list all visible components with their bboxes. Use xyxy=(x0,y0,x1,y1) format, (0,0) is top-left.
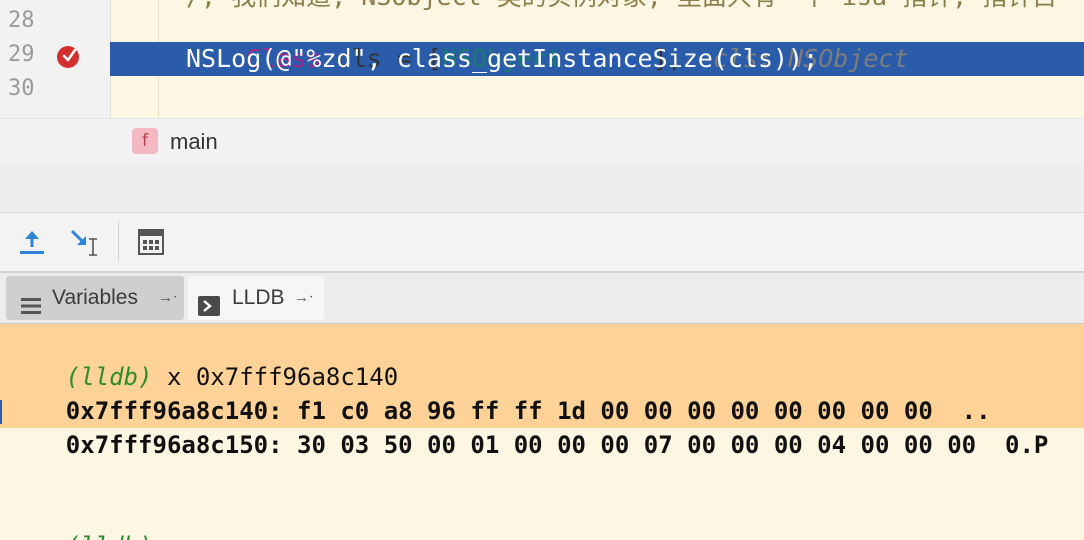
memory-ascii: 0.P xyxy=(976,431,1049,459)
memory-row: 0x7fff96a8c150: 30 03 50 00 01 00 00 00 … xyxy=(8,394,1049,459)
memory-row: 0x7fff96a8c140: f1 c0 a8 96 ff ff 1d 00 … xyxy=(8,360,991,425)
memory-bytes: 30 03 50 00 01 00 00 00 07 00 00 00 04 0… xyxy=(282,431,977,459)
function-icon: f xyxy=(132,128,158,154)
calculator-icon[interactable] xyxy=(132,223,170,261)
console-input-line[interactable]: (lldb) xyxy=(8,495,153,540)
breadcrumb: f main xyxy=(0,118,1084,164)
code-line-28: Class cls = [NSObject class]; cls: NSObj… xyxy=(246,44,909,73)
tab-label: Variables xyxy=(52,286,138,309)
console-command-line: (lldb) x 0x7fff96a8c140 xyxy=(8,326,398,391)
code-editor[interactable]: 28 29 30 /, 我们知道, NSObject 类的实例对象, 里面只有一… xyxy=(0,0,1084,118)
lldb-prompt: (lldb) xyxy=(66,532,153,540)
line-gutter[interactable]: 28 29 30 xyxy=(0,0,111,118)
pin-icon[interactable]: →ᐧ xyxy=(294,276,313,320)
debug-tabs: Variables →ᐧ LLDB →ᐧ xyxy=(0,273,1084,324)
tab-lldb[interactable]: LLDB →ᐧ xyxy=(188,276,324,320)
line-number-28: 28 xyxy=(8,8,35,33)
tab-variables[interactable]: Variables →ᐧ xyxy=(6,276,184,320)
lldb-console[interactable]: (lldb) x 0x7fff96a8c140 0x7fff96a8c140: … xyxy=(0,324,1084,540)
code-line-29: NSLog(@"%zd", class_getInstanceSize(cls)… xyxy=(186,44,819,73)
breakpoint-icon[interactable] xyxy=(57,46,79,68)
panel-separator xyxy=(0,162,1084,213)
step-into-icon[interactable] xyxy=(64,223,102,261)
line-number-30: 30 xyxy=(8,76,35,101)
line-number-29: 29 xyxy=(8,42,35,67)
pin-icon[interactable]: →ᐧ xyxy=(158,276,177,320)
breadcrumb-function[interactable]: main xyxy=(170,129,218,155)
step-out-icon[interactable] xyxy=(14,223,52,261)
tab-label: LLDB xyxy=(232,286,285,309)
line-marker xyxy=(0,400,2,424)
debug-toolbar xyxy=(0,213,1084,273)
memory-address: 0x7fff96a8c150: xyxy=(65,431,283,459)
toolbar-divider xyxy=(118,221,119,261)
